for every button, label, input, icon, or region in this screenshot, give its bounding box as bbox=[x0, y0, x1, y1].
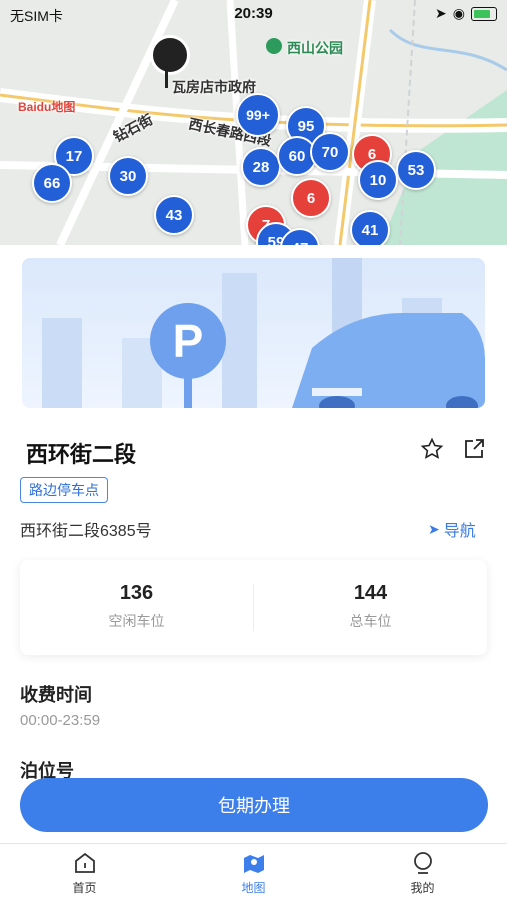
home-icon bbox=[74, 852, 95, 873]
tab-map-label: 地图 bbox=[241, 880, 266, 895]
navigate-label: 导航 bbox=[443, 523, 476, 540]
map-marker[interactable]: 99+ bbox=[236, 93, 280, 137]
fee-hours-value: 00:00-23:59 bbox=[20, 712, 101, 729]
status-time: 20:39 bbox=[234, 5, 273, 22]
map-marker[interactable]: 70 bbox=[310, 132, 350, 172]
map-label-park: 西山公园 bbox=[287, 40, 343, 56]
star-favorite-icon[interactable] bbox=[420, 437, 444, 461]
total-spots-value: 144 bbox=[353, 582, 388, 604]
map-marker[interactable]: 53 bbox=[396, 150, 436, 190]
lot-type-tag: 路边停车点 bbox=[20, 477, 108, 503]
navigate-button[interactable]: ➤ 导航 bbox=[428, 517, 476, 541]
total-spots-stat: 144 总车位 bbox=[254, 560, 487, 655]
share-icon[interactable] bbox=[462, 437, 486, 461]
lot-title: 西环街二段 bbox=[26, 442, 137, 467]
lot-detail-sheet: P 西环街二段 路边停车点 西环街二段6385号 ➤ 导航 136 空闲车位 1… bbox=[0, 245, 507, 845]
tab-mine[interactable]: 我的 bbox=[338, 844, 507, 901]
map-marker[interactable]: 41 bbox=[350, 210, 390, 245]
map-icon bbox=[243, 854, 264, 873]
map-marker[interactable]: 6 bbox=[291, 178, 331, 218]
map-marker[interactable]: 43 bbox=[154, 195, 194, 235]
tab-map[interactable]: 地图 bbox=[169, 844, 338, 901]
banner-illustration bbox=[42, 258, 485, 408]
free-spots-stat: 136 空闲车位 bbox=[20, 560, 253, 655]
fee-hours-title: 收费时间 bbox=[20, 685, 92, 705]
status-bar: 无SIM卡 20:39 ➤ ◉ bbox=[0, 0, 507, 28]
location-pin-icon bbox=[150, 35, 190, 75]
map-marker[interactable]: 30 bbox=[108, 156, 148, 196]
tab-bar: 首页 地图 我的 bbox=[0, 843, 507, 901]
navigation-arrow-icon: ➤ bbox=[428, 520, 440, 537]
battery-icon bbox=[471, 6, 497, 21]
map-marker[interactable]: 28 bbox=[241, 147, 281, 187]
total-spots-label: 总车位 bbox=[349, 613, 392, 629]
free-spots-value: 136 bbox=[119, 582, 154, 604]
map-marker[interactable]: 10 bbox=[358, 160, 398, 200]
park-icon bbox=[266, 38, 282, 54]
subscription-button[interactable]: 包期办理 bbox=[20, 778, 488, 832]
map-label-gov: 瓦房店市政府 bbox=[172, 79, 256, 95]
profile-icon bbox=[413, 851, 432, 874]
banner-image: P bbox=[22, 258, 485, 408]
availability-card: 136 空闲车位 144 总车位 bbox=[20, 560, 487, 655]
tab-home[interactable]: 首页 bbox=[0, 844, 169, 901]
parking-p-icon: P bbox=[150, 303, 226, 379]
lock-rotation-icon: ◉ bbox=[452, 5, 465, 21]
location-pin-stem bbox=[165, 68, 168, 88]
map-marker[interactable]: 66 bbox=[32, 163, 72, 203]
tab-home-label: 首页 bbox=[72, 880, 97, 895]
lot-address: 西环街二段6385号 bbox=[20, 523, 152, 540]
tab-mine-label: 我的 bbox=[410, 880, 435, 895]
map-view[interactable]: 瓦房店市政府 西山公园 钻石街 西长春路西段 Baidu地图 99+ 95 28… bbox=[0, 0, 507, 245]
baidu-logo: Baidu地图 bbox=[18, 100, 76, 114]
free-spots-label: 空闲车位 bbox=[108, 613, 165, 629]
location-arrow-icon: ➤ bbox=[435, 5, 447, 21]
